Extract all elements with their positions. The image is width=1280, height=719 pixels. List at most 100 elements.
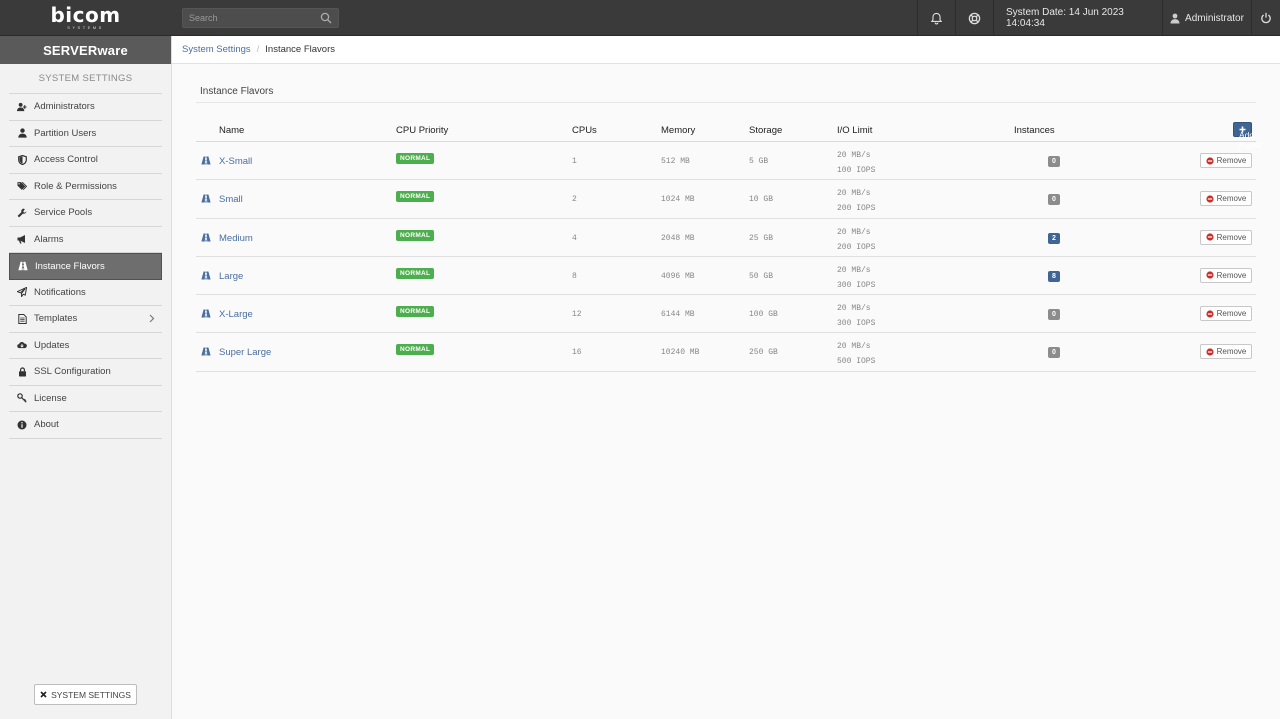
sidebar-item-access-control[interactable]: Access Control [9, 147, 162, 174]
sidebar-item-role-permissions[interactable]: Role & Permissions [9, 174, 162, 200]
user-icon [1170, 13, 1180, 23]
paper-plane-icon [17, 287, 27, 298]
remove-button[interactable]: Remove [1200, 153, 1252, 168]
io-rate-value: 20 MB/s [837, 227, 871, 237]
user-menu[interactable]: Administrator [1162, 0, 1251, 36]
logo[interactable]: bicom SYSTEMS [0, 0, 171, 36]
remove-button[interactable]: Remove [1200, 267, 1252, 283]
flavor-name-link[interactable]: Large [219, 271, 243, 282]
table-row: Small NORMAL 2 1024 MB 10 GB 20 MB/s 200 IOPS 0… [196, 180, 1256, 219]
io-limit-value: 20 MB/s 200 IOPS [837, 225, 875, 255]
column-header-memory[interactable]: Memory [661, 125, 695, 136]
remove-label: Remove [1216, 270, 1247, 280]
cpu-priority-badge: NORMAL [396, 267, 435, 279]
column-header-cpu-priority[interactable]: CPU Priority [396, 125, 448, 136]
cpu-priority-badge: NORMAL [396, 229, 435, 241]
sidebar-item-templates[interactable]: Templates [9, 306, 162, 333]
storage-value: 10 GB [749, 195, 774, 205]
search-icon[interactable] [320, 12, 332, 24]
minus-circle-icon [1205, 271, 1214, 279]
column-header-io-limit[interactable]: I/O Limit [837, 125, 872, 136]
flavor-name-link[interactable]: Small [219, 194, 243, 205]
cpu-priority-badge: NORMAL [396, 344, 435, 356]
sidebar-item-ssl-configuration[interactable]: SSL Configuration [9, 359, 162, 386]
sidebar-item-administrators[interactable]: Administrators [9, 94, 162, 121]
breadcrumb-separator: / [256, 44, 260, 55]
sidebar-item-instance-flavors[interactable]: Instance Flavors [9, 253, 162, 280]
memory-value: 2048 MB [661, 233, 695, 243]
sidebar-item-label: Updates [34, 339, 70, 351]
io-rate-value: 20 MB/s [837, 304, 871, 314]
sidebar: SERVERware SYSTEM SETTINGS Administrator… [0, 36, 172, 719]
sidebar-item-notifications[interactable]: Notifications [9, 280, 162, 306]
flavor-name-link[interactable]: Super Large [219, 347, 271, 358]
breadcrumb-system-settings[interactable]: System Settings [182, 44, 251, 55]
help-button[interactable] [955, 0, 993, 36]
table-row: X-Small NORMAL 1 512 MB 5 GB 20 MB/s 100 IOPS 0… [196, 142, 1256, 181]
sidebar-item-updates[interactable]: Updates [9, 333, 162, 359]
system-settings-toggle-button[interactable]: SYSTEM SETTINGS [34, 684, 137, 705]
remove-label: Remove [1216, 194, 1247, 204]
io-rate-value: 20 MB/s [837, 189, 871, 199]
instances-count-badge[interactable]: 0 [1048, 156, 1060, 167]
notifications-button[interactable] [917, 0, 955, 36]
io-rate-value: 20 MB/s [837, 151, 871, 160]
cpus-value: 2 [572, 195, 577, 205]
sidebar-item-label: Service Pools [34, 207, 93, 219]
io-limit-value: 20 MB/s 100 IOPS [837, 148, 875, 178]
minus-circle-icon [1205, 233, 1214, 241]
road-icon [201, 347, 211, 356]
search-input[interactable] [183, 9, 313, 27]
remove-button[interactable]: Remove [1200, 344, 1252, 360]
column-header-instances[interactable]: Instances [1014, 125, 1055, 136]
remove-label: Remove [1216, 309, 1247, 319]
sidebar-item-partition-users[interactable]: Partition Users [9, 121, 162, 147]
sidebar-item-alarms[interactable]: Alarms [9, 227, 162, 253]
cpus-value: 1 [572, 157, 577, 166]
instances-count-badge[interactable]: 8 [1048, 270, 1060, 282]
flavor-name-link[interactable]: X-Small [219, 156, 252, 167]
column-header-storage[interactable]: Storage [749, 125, 782, 136]
cpu-priority-badge: NORMAL [396, 306, 435, 318]
sidebar-item-service-pools[interactable]: Service Pools [9, 200, 162, 227]
remove-label: Remove [1216, 232, 1247, 242]
storage-value: 250 GB [749, 348, 778, 358]
instances-count-badge[interactable]: 2 [1048, 232, 1060, 244]
sidebar-item-license[interactable]: License [9, 386, 162, 412]
flavor-name-link[interactable]: Medium [219, 233, 253, 244]
sidebar-item-about[interactable]: About [9, 412, 162, 439]
road-icon [201, 309, 211, 318]
io-limit-value: 20 MB/s 300 IOPS [837, 263, 875, 293]
breadcrumb: System Settings / Instance Flavors [172, 36, 1280, 64]
flavor-name-link[interactable]: X-Large [219, 309, 253, 320]
instances-count-badge[interactable]: 0 [1048, 309, 1060, 321]
io-ops-value: 500 IOPS [837, 357, 876, 367]
bell-icon [930, 12, 943, 24]
remove-label: Remove [1216, 156, 1247, 165]
user-icon [17, 128, 27, 138]
column-header-cpus[interactable]: CPUs [572, 125, 597, 136]
user-add-icon [17, 102, 27, 112]
top-bar: bicom SYSTEMS System Date: 14 Jun 2023 1… [0, 0, 1280, 36]
remove-button[interactable]: Remove [1200, 229, 1252, 245]
io-ops-value: 300 IOPS [837, 319, 876, 329]
storage-value: 100 GB [749, 310, 778, 320]
sidebar-item-label: Templates [34, 313, 78, 325]
remove-button[interactable]: Remove [1200, 306, 1252, 322]
instances-count-badge[interactable]: 0 [1048, 194, 1060, 206]
io-limit-value: 20 MB/s 500 IOPS [837, 339, 875, 369]
column-header-name[interactable]: Name [219, 125, 244, 136]
lifebuoy-icon [968, 12, 981, 24]
add-flavor-button[interactable]: Add Flavor [1233, 122, 1263, 150]
close-icon [40, 691, 47, 698]
sidebar-item-label: Role & Permissions [34, 180, 117, 192]
sidebar-item-label: Access Control [34, 154, 98, 166]
remove-button[interactable]: Remove [1200, 191, 1252, 207]
logout-button[interactable] [1251, 0, 1280, 36]
table-body: X-Small NORMAL 1 512 MB 5 GB 20 MB/s 100 IOPS 0… [196, 142, 1256, 372]
io-limit-value: 20 MB/s 300 IOPS [837, 301, 875, 331]
sidebar-item-label: Partition Users [34, 127, 97, 139]
instances-count-badge[interactable]: 0 [1048, 347, 1060, 359]
shield-icon [17, 154, 27, 165]
storage-value: 25 GB [749, 233, 774, 243]
